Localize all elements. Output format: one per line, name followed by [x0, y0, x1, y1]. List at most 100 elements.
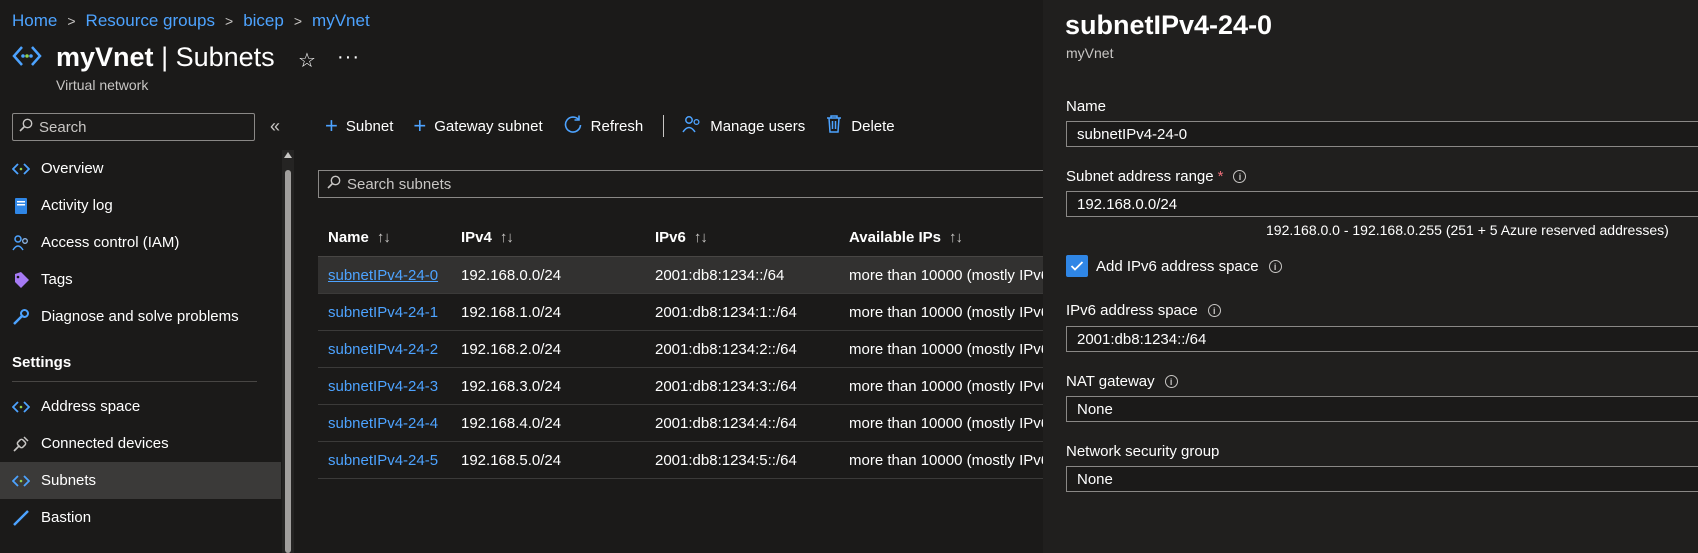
sidebar-item-iam[interactable]: Access control (IAM) [0, 224, 281, 261]
sidebar-item-connected-devices[interactable]: Connected devices [0, 425, 281, 462]
sidebar-item-label: Connected devices [41, 435, 169, 452]
info-icon[interactable]: i [1207, 304, 1221, 317]
collapse-sidebar-icon[interactable]: « [270, 116, 280, 137]
activity-log-icon [12, 197, 30, 215]
subnet-link[interactable]: subnetIPv4-24-5 [328, 452, 438, 469]
name-field[interactable]: subnetIPv4-24-0 [1066, 121, 1698, 147]
page-name: Subnets [175, 42, 275, 72]
info-icon[interactable]: i [1268, 260, 1282, 273]
ipv6-space-field[interactable]: 2001:db8:1234::/64 [1066, 326, 1698, 352]
scroll-up-icon[interactable] [284, 152, 292, 158]
nat-gateway-select[interactable]: None [1066, 396, 1698, 422]
table-row[interactable]: subnetIPv4-24-5 192.168.5.0/24 2001:db8:… [318, 442, 1043, 479]
column-header-available-ips[interactable]: Available IPs ↑↓ [849, 229, 1043, 246]
ipv6-space-label: IPv6 address space i [1066, 302, 1221, 319]
breadcrumb-chevron-icon: > [225, 13, 234, 29]
search-subnets-input[interactable]: Search subnets [318, 170, 1049, 198]
sidebar-item-diagnose[interactable]: Diagnose and solve problems [0, 298, 281, 335]
breadcrumb-chevron-icon: > [67, 13, 76, 29]
gateway-subnet-label: Gateway subnet [434, 117, 543, 135]
table-header: Name ↑↓ IPv4 ↑↓ IPv6 ↑↓ Available IPs ↑↓ [318, 218, 1043, 257]
add-gateway-subnet-button[interactable]: + Gateway subnet [413, 115, 542, 137]
sidebar-item-label: Tags [41, 271, 73, 288]
subnet-link[interactable]: subnetIPv4-24-1 [328, 304, 438, 321]
subnet-link[interactable]: subnetIPv4-24-2 [328, 341, 438, 358]
trash-icon [825, 114, 843, 138]
sidebar-item-label: Subnets [41, 472, 97, 489]
available-ips-cell: more than 10000 (mostly IPv6) [849, 451, 1043, 469]
ipv4-cell: 192.168.4.0/24 [461, 414, 562, 432]
sidebar-search-input[interactable]: Search [12, 113, 255, 141]
table-row[interactable]: subnetIPv4-24-3 192.168.3.0/24 2001:db8:… [318, 368, 1043, 405]
search-subnets-placeholder: Search subnets [347, 175, 452, 193]
table-row[interactable]: subnetIPv4-24-1 192.168.1.0/24 2001:db8:… [318, 294, 1043, 331]
available-ips-cell: more than 10000 (mostly IPv6) [849, 377, 1043, 395]
sidebar-item-activity-log[interactable]: Activity log [0, 187, 281, 224]
column-header-name[interactable]: Name ↑↓ [318, 229, 461, 246]
ipv6-cell: 2001:db8:1234:4::/64 [655, 414, 797, 432]
table-row[interactable]: subnetIPv4-24-4 192.168.4.0/24 2001:db8:… [318, 405, 1043, 442]
scrollbar-thumb[interactable] [285, 170, 291, 553]
sort-icon[interactable]: ↑↓ [949, 229, 963, 246]
table-row[interactable]: subnetIPv4-24-0 192.168.0.0/24 2001:db8:… [318, 257, 1043, 294]
subnet-range-label: Subnet address range * i [1066, 168, 1247, 185]
subnet-range-field[interactable]: 192.168.0.0/24 [1066, 191, 1698, 217]
vnet-icon [12, 398, 30, 416]
info-icon[interactable]: i [1233, 170, 1247, 183]
sidebar-scrollbar[interactable] [282, 150, 294, 553]
sidebar-nav: Overview Activity log Access control (IA… [0, 150, 281, 536]
sidebar-item-label: Overview [41, 160, 104, 177]
sidebar-section-settings: Settings [12, 354, 72, 371]
nat-gateway-label: NAT gateway i [1066, 373, 1178, 390]
available-ips-cell: more than 10000 (mostly IPv6) [849, 266, 1043, 284]
vnet-icon [12, 43, 42, 73]
sort-icon[interactable]: ↑↓ [694, 229, 708, 246]
breadcrumb-resource-group[interactable]: bicep [243, 11, 284, 31]
available-ips-cell: more than 10000 (mostly IPv6) [849, 414, 1043, 432]
command-bar: + Subnet + Gateway subnet Refresh Manage… [325, 114, 915, 138]
breadcrumb-resource-groups[interactable]: Resource groups [86, 11, 215, 31]
favorite-star-icon[interactable]: ☆ [298, 48, 316, 73]
people-icon [12, 234, 30, 252]
delete-button[interactable]: Delete [825, 114, 895, 138]
nsg-select[interactable]: None [1066, 466, 1698, 492]
info-icon[interactable]: i [1164, 375, 1178, 388]
manage-users-button[interactable]: Manage users [682, 114, 805, 138]
subnet-link[interactable]: subnetIPv4-24-3 [328, 378, 438, 395]
nsg-label: Network security group [1066, 443, 1220, 460]
add-subnet-label: Subnet [345, 117, 394, 135]
page-title: myVnet | Subnets [56, 42, 275, 73]
refresh-button[interactable]: Refresh [563, 114, 643, 138]
subnets-table: Name ↑↓ IPv4 ↑↓ IPv6 ↑↓ Available IPs ↑↓ sub… [318, 218, 1043, 479]
subnet-link[interactable]: subnetIPv4-24-0 [328, 267, 438, 284]
panel-subtitle: myVnet [1066, 45, 1114, 61]
column-header-ipv4[interactable]: IPv4 ↑↓ [461, 229, 655, 246]
add-ipv6-label: Add IPv6 address space i [1096, 258, 1282, 275]
people-icon [682, 114, 702, 138]
sidebar-item-overview[interactable]: Overview [0, 150, 281, 187]
more-options-icon[interactable]: ··· [337, 46, 360, 69]
sidebar-item-tags[interactable]: Tags [0, 261, 281, 298]
name-label: Name [1066, 98, 1107, 115]
add-subnet-button[interactable]: + Subnet [325, 115, 393, 137]
sidebar-item-label: Activity log [41, 197, 113, 214]
title-separator: | [161, 42, 169, 72]
breadcrumb-chevron-icon: > [293, 13, 303, 29]
breadcrumb-home[interactable]: Home [12, 11, 57, 31]
sidebar-item-bastion[interactable]: Bastion [0, 499, 281, 536]
subnet-range-hint: 192.168.0.0 - 192.168.0.255 (251 + 5 Azu… [1266, 222, 1669, 238]
sidebar-item-subnets[interactable]: Subnets [0, 462, 281, 499]
add-ipv6-checkbox[interactable] [1066, 255, 1088, 277]
sidebar-item-address-space[interactable]: Address space [0, 388, 281, 425]
subnet-link[interactable]: subnetIPv4-24-4 [328, 415, 438, 432]
sort-icon[interactable]: ↑↓ [377, 229, 391, 246]
breadcrumb-vnet[interactable]: myVnet [312, 11, 370, 31]
sort-icon[interactable]: ↑↓ [500, 229, 514, 246]
ipv4-cell: 192.168.0.0/24 [461, 266, 562, 284]
table-row[interactable]: subnetIPv4-24-2 192.168.2.0/24 2001:db8:… [318, 331, 1043, 368]
ipv4-cell: 192.168.1.0/24 [461, 303, 562, 321]
page-subtitle: Virtual network [56, 77, 149, 93]
sidebar-item-label: Access control (IAM) [41, 234, 180, 251]
refresh-icon [563, 114, 583, 138]
column-header-ipv6[interactable]: IPv6 ↑↓ [655, 229, 849, 246]
